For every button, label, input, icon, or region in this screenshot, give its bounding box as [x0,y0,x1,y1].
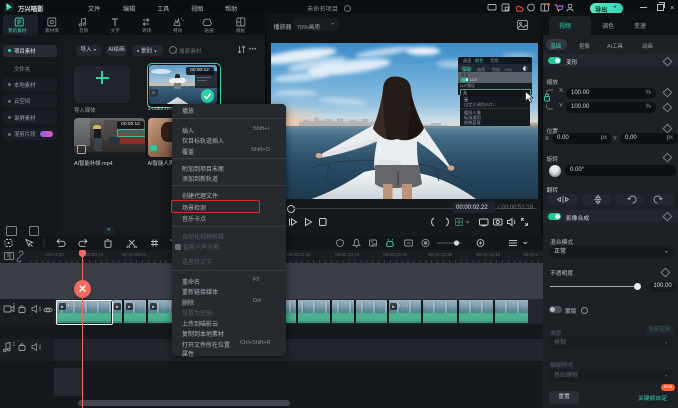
svg-text:1: 1 [13,303,16,309]
svg-text:1: 1 [13,342,16,348]
